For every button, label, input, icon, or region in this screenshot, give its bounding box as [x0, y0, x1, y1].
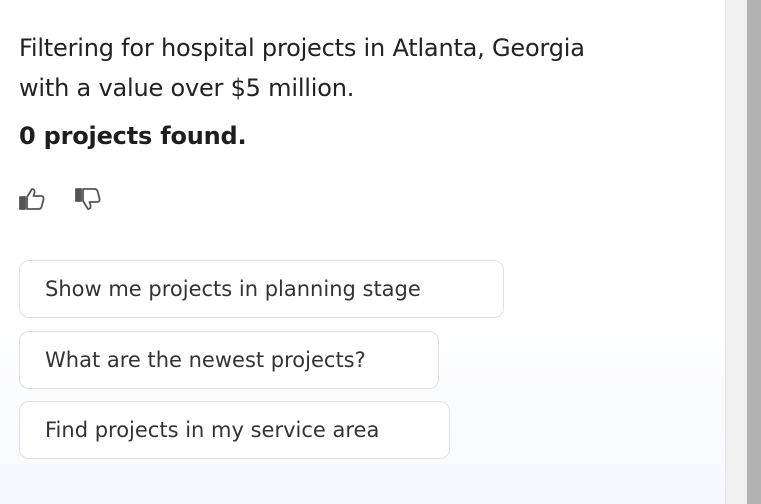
suggestion-planning-stage[interactable]: Show me projects in planning stage [19, 260, 504, 318]
thumbs-down-button[interactable] [74, 185, 102, 213]
result-count: 0 projects found. [19, 122, 247, 150]
suggestion-newest-projects[interactable]: What are the newest projects? [19, 331, 439, 389]
chat-panel: Filtering for hospital projects in Atlan… [0, 0, 725, 504]
scrollbar[interactable] [747, 0, 761, 504]
feedback-bar [18, 185, 102, 213]
panel-divider [725, 0, 747, 504]
suggestion-service-area[interactable]: Find projects in my service area [19, 401, 450, 459]
thumbs-down-icon [75, 188, 101, 210]
assistant-message: Filtering for hospital projects in Atlan… [19, 34, 585, 102]
thumbs-up-button[interactable] [18, 185, 46, 213]
thumbs-up-icon [19, 188, 45, 210]
